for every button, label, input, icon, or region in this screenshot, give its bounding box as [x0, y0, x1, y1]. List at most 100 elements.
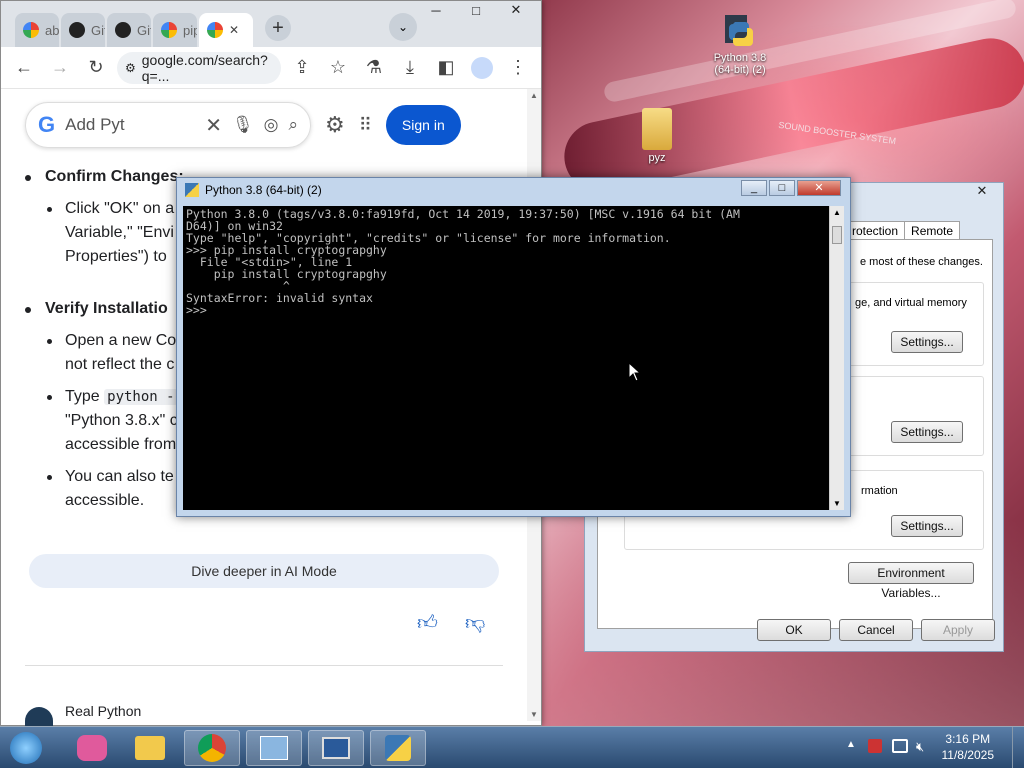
apply-button[interactable]: Apply: [921, 619, 995, 641]
back-button[interactable]: ←: [9, 53, 39, 83]
bookmark-button[interactable]: ☆: [323, 53, 353, 83]
scroll-down-icon[interactable]: ▼: [530, 710, 538, 719]
start-button[interactable]: [4, 730, 48, 766]
console-scrollbar[interactable]: ▲ ▼: [829, 206, 844, 510]
taskbar-explorer[interactable]: [122, 730, 178, 766]
show-desktop-button[interactable]: [1012, 727, 1024, 768]
close-button[interactable]: ✕: [797, 180, 841, 196]
scroll-down-icon[interactable]: ▼: [833, 499, 841, 508]
action-center-icon[interactable]: [868, 739, 882, 753]
side-panel-icon: ◧: [437, 57, 455, 77]
volume-muted-icon[interactable]: 🔇︎: [916, 739, 924, 755]
tab-system-protection[interactable]: rotection: [845, 221, 906, 241]
menu-button[interactable]: ⋮: [503, 53, 533, 83]
minimize-button[interactable]: _: [741, 180, 767, 196]
thumbs-up-icon[interactable]: 👍︎: [417, 611, 438, 635]
tab-list: rotection Remote: [845, 221, 961, 241]
ok-button[interactable]: OK: [757, 619, 831, 641]
forward-button[interactable]: →: [45, 53, 75, 83]
plus-icon: +: [272, 16, 284, 39]
console-line: >>>: [186, 303, 214, 317]
divider: [25, 665, 503, 666]
arrow-right-icon: →: [51, 57, 69, 77]
group-text: rmation: [861, 485, 898, 497]
maximize-button[interactable]: □: [461, 1, 491, 19]
search-icon[interactable]: ⌕: [288, 115, 298, 135]
startup-settings-button[interactable]: Settings...: [891, 515, 963, 537]
new-tab-button[interactable]: +: [265, 15, 291, 41]
apps-icon[interactable]: ⠿: [359, 115, 372, 136]
more-vert-icon: ⋮: [509, 57, 527, 77]
taskbar-app-cat[interactable]: [64, 730, 120, 766]
cancel-button[interactable]: Cancel: [839, 619, 913, 641]
address-bar[interactable]: ⚙ google.com/search?q=...: [117, 51, 281, 84]
google-icon: [161, 22, 177, 38]
labs-button[interactable]: ⚗: [359, 53, 389, 83]
side-panel-button[interactable]: ◧: [431, 53, 461, 83]
scroll-thumb[interactable]: [832, 226, 842, 244]
tab-search-button[interactable]: ⌄: [389, 13, 417, 41]
search-input[interactable]: Add Pyt: [65, 115, 195, 135]
maximize-button[interactable]: □: [769, 180, 795, 196]
minimize-button[interactable]: ─: [421, 1, 451, 19]
close-icon[interactable]: ✕: [965, 183, 999, 201]
desktop-icon-folder[interactable]: pyz: [622, 108, 692, 164]
profile-button[interactable]: [467, 53, 497, 83]
environment-variables-button[interactable]: Environment Variables...: [848, 562, 974, 600]
mouse-cursor-icon: [628, 362, 642, 382]
scroll-up-icon[interactable]: ▲: [530, 91, 538, 100]
flask-icon: ⚗: [365, 57, 383, 77]
site-info-icon: ⚙: [125, 60, 136, 75]
system-clock[interactable]: 3:16 PM 11/8/2025: [942, 731, 995, 763]
chrome-icon: [198, 734, 226, 762]
text-line: Click "OK" on a: [65, 200, 175, 217]
mic-icon[interactable]: 🎙: [232, 115, 254, 135]
arrow-left-icon: ←: [15, 57, 33, 77]
show-hidden-icons[interactable]: ▲: [846, 739, 856, 750]
profiles-settings-button[interactable]: Settings...: [891, 421, 963, 443]
console-output[interactable]: Python 3.8.0 (tags/v3.8.0:fa919fd, Oct 1…: [183, 206, 833, 510]
browser-tab[interactable]: abi: [15, 13, 59, 47]
tab-remote[interactable]: Remote: [905, 221, 961, 241]
browser-tab[interactable]: Git: [61, 13, 105, 47]
tab-label: Git: [91, 22, 105, 38]
computer-icon: [322, 737, 350, 759]
reload-button[interactable]: ↻: [81, 53, 111, 83]
close-window-button[interactable]: ✕: [501, 1, 531, 19]
text-line: accessible from: [65, 436, 177, 453]
desktop-icon-python[interactable]: Python 3.8 (64-bit) (2): [705, 12, 775, 76]
google-icon: [23, 22, 39, 38]
python-icon: [385, 735, 411, 761]
close-icon[interactable]: ✕: [229, 23, 239, 37]
scroll-up-icon[interactable]: ▲: [833, 208, 841, 217]
taskbar-python[interactable]: [370, 730, 426, 766]
tab-strip: abi Git Git pip ✕ + ⌄ ─ □ ✕: [1, 1, 541, 47]
bullet: [47, 207, 52, 212]
sign-in-button[interactable]: Sign in: [385, 105, 461, 145]
thumbs-down-icon[interactable]: 👎︎: [465, 611, 485, 635]
panel-text: e most of these changes.: [860, 256, 983, 268]
inline-code: python -: [104, 389, 178, 405]
ai-mode-button[interactable]: Dive deeper in AI Mode: [29, 554, 499, 588]
star-icon: ☆: [329, 57, 347, 77]
google-g-icon: G: [38, 112, 56, 137]
downloads-button[interactable]: ⤓: [395, 53, 425, 83]
share-icon: ⇪: [294, 57, 310, 77]
google-icon: [207, 22, 223, 38]
browser-tab[interactable]: Git: [107, 13, 151, 47]
browser-tab[interactable]: pip: [153, 13, 197, 47]
source-name[interactable]: Real Python: [65, 703, 141, 719]
browser-tab-active[interactable]: ✕: [199, 13, 253, 47]
clear-icon[interactable]: ✕: [205, 113, 222, 138]
reload-icon: ↻: [88, 57, 104, 77]
taskbar-control-panel[interactable]: [246, 730, 302, 766]
gear-icon[interactable]: ⚙: [325, 112, 345, 138]
taskbar-chrome[interactable]: [184, 730, 240, 766]
share-button[interactable]: ⇪: [287, 53, 317, 83]
network-icon[interactable]: [892, 739, 908, 753]
bullet: [47, 339, 52, 344]
taskbar-system[interactable]: [308, 730, 364, 766]
lens-icon[interactable]: ◎: [264, 115, 279, 135]
search-box[interactable]: G Add Pyt ✕ 🎙 ◎ ⌕: [25, 102, 311, 148]
performance-settings-button[interactable]: Settings...: [891, 331, 963, 353]
